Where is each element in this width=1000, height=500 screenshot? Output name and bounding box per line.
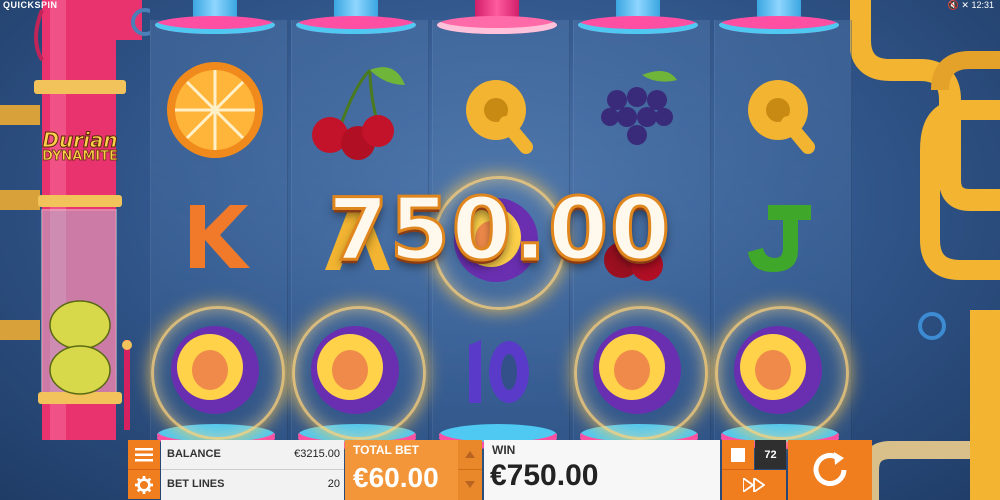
ten-symbol bbox=[441, 315, 551, 425]
hamburger-icon bbox=[135, 447, 153, 461]
clock: 12:31 bbox=[971, 0, 994, 10]
nozzle-5 bbox=[719, 0, 839, 34]
cherry-symbol bbox=[300, 55, 410, 165]
bet-lines-label: BET LINES bbox=[167, 478, 225, 490]
game-logo: Durian DYNAMITE bbox=[30, 128, 130, 165]
win-value: €750.00 bbox=[490, 459, 599, 492]
nozzle-4 bbox=[578, 0, 698, 34]
balance-label: BALANCE bbox=[167, 448, 221, 460]
win-panel: WIN €750.00 bbox=[484, 440, 720, 500]
status-area: 🔇 ✕ 12:31 bbox=[948, 0, 994, 11]
orange-symbol bbox=[160, 55, 270, 165]
q-letter-symbol-2 bbox=[723, 55, 833, 165]
logo-line2: DYNAMITE bbox=[42, 149, 118, 165]
nozzle-3 bbox=[437, 0, 557, 34]
autoplay-count[interactable]: 72 bbox=[755, 440, 786, 469]
durian-plum-symbol-5 bbox=[723, 315, 833, 425]
bet-lines-value: 20 bbox=[327, 478, 340, 490]
gear-icon bbox=[135, 475, 153, 494]
nozzle-2 bbox=[296, 0, 416, 34]
left-pipe-decoration bbox=[0, 0, 150, 440]
total-bet-label: TOTAL BET bbox=[353, 443, 419, 457]
balance-row: BALANCE €3215.00 bbox=[161, 440, 344, 470]
refresh-icon bbox=[813, 452, 847, 486]
balance-value: €3215.00 bbox=[294, 448, 340, 460]
k-letter-symbol bbox=[160, 180, 270, 290]
control-bar: BALANCE €3215.00 BET LINES 20 TOTAL BET … bbox=[128, 440, 872, 500]
total-bet-panel[interactable]: TOTAL BET €60.00 bbox=[345, 440, 458, 500]
bet-decrease-button[interactable] bbox=[458, 470, 482, 499]
nozzle-1 bbox=[155, 0, 275, 34]
spin-button[interactable] bbox=[788, 440, 872, 500]
turbo-button[interactable] bbox=[722, 470, 786, 500]
settings-button[interactable] bbox=[128, 470, 160, 499]
bet-lines-row[interactable]: BET LINES 20 bbox=[161, 470, 344, 499]
bet-adjust bbox=[458, 440, 482, 500]
brand-logo: QUICKSPIN bbox=[3, 0, 58, 10]
durian-plum-symbol-2 bbox=[300, 315, 410, 425]
durian-plum-symbol-1 bbox=[160, 315, 270, 425]
fast-forward-icon bbox=[743, 478, 765, 492]
menu-button[interactable] bbox=[128, 440, 160, 470]
j-letter-symbol bbox=[723, 180, 833, 290]
speaker-muted-icon[interactable]: 🔇 bbox=[948, 0, 959, 10]
stop-icon bbox=[731, 447, 745, 462]
arrow-down-icon bbox=[465, 481, 475, 488]
right-pipe-decoration bbox=[850, 0, 1000, 500]
q-letter-symbol bbox=[441, 55, 551, 165]
grapes-symbol bbox=[582, 55, 692, 165]
close-icon[interactable]: ✕ bbox=[961, 0, 969, 10]
bet-increase-button[interactable] bbox=[458, 440, 482, 470]
win-label: WIN bbox=[492, 443, 516, 457]
arrow-up-icon bbox=[465, 451, 475, 458]
durian-plum-symbol-4 bbox=[582, 315, 692, 425]
info-panel: BALANCE €3215.00 BET LINES 20 bbox=[161, 440, 344, 500]
total-bet-value: €60.00 bbox=[353, 462, 439, 493]
autoplay-stop-button[interactable] bbox=[722, 440, 754, 470]
win-amount-overlay: 750.00 bbox=[327, 179, 672, 282]
